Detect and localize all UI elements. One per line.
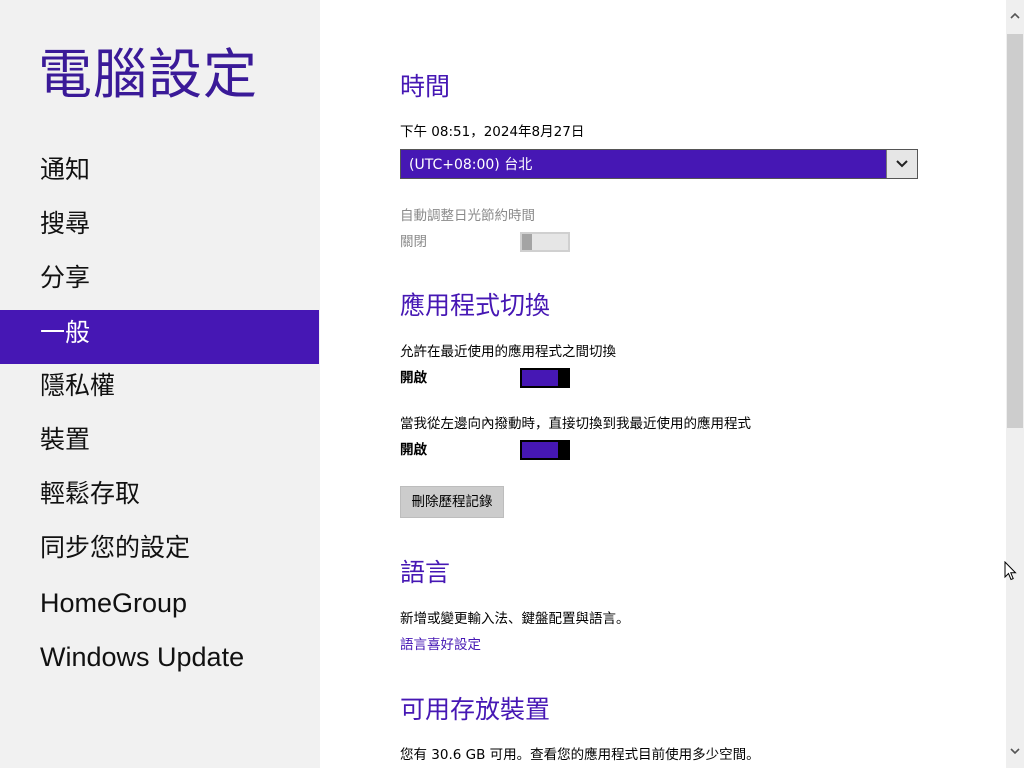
scroll-thumb[interactable] bbox=[1007, 34, 1023, 428]
nav-item-homegroup[interactable]: HomeGroup bbox=[0, 576, 319, 630]
nav-item-label: 通知 bbox=[40, 155, 91, 184]
nav-item-label: 輕鬆存取 bbox=[40, 479, 141, 508]
scroll-down-button[interactable] bbox=[1006, 734, 1024, 768]
time-section-title: 時間 bbox=[400, 72, 451, 101]
allow-switching-state: 開啟 bbox=[400, 370, 427, 386]
nav-item-label: HomeGroup bbox=[40, 588, 188, 618]
app-switching-section-title: 應用程式切換 bbox=[400, 291, 551, 320]
swipe-switch-toggle[interactable] bbox=[520, 440, 570, 460]
nav-item-notifications[interactable]: 通知 bbox=[0, 143, 319, 197]
timezone-dropdown[interactable]: (UTC+08:00) 台北 bbox=[400, 149, 918, 179]
mouse-pointer-icon bbox=[1004, 561, 1017, 581]
pc-settings-title: 電腦設定 bbox=[38, 43, 258, 106]
nav-item-label: Windows Update bbox=[40, 642, 245, 672]
nav-item-label: 裝置 bbox=[40, 425, 91, 454]
language-preferences-link[interactable]: 語言喜好設定 bbox=[400, 635, 481, 655]
nav-item-label: 一般 bbox=[40, 318, 91, 347]
nav-item-devices[interactable]: 裝置 bbox=[0, 413, 319, 467]
storage-section-title: 可用存放裝置 bbox=[400, 695, 551, 724]
storage-description: 您有 30.6 GB 可用。查看您的應用程式目前使用多少空間。 bbox=[400, 747, 760, 763]
timezone-value: (UTC+08:00) 台北 bbox=[409, 157, 533, 173]
language-section-title: 語言 bbox=[400, 558, 451, 587]
dst-toggle[interactable] bbox=[520, 232, 570, 252]
left-pane: 電腦設定 通知 搜尋 分享 一般 隱私權 裝置 輕鬆存取 同步您的設定 Home… bbox=[0, 0, 320, 768]
allow-switching-toggle[interactable] bbox=[520, 368, 570, 388]
language-description: 新增或變更輸入法、鍵盤配置與語言。 bbox=[400, 611, 630, 627]
toggle-thumb bbox=[522, 234, 532, 250]
toggle-thumb bbox=[558, 368, 570, 388]
vertical-scrollbar[interactable] bbox=[1006, 0, 1024, 768]
allow-switching-label: 允許在最近使用的應用程式之間切換 bbox=[400, 344, 616, 360]
chevron-down-icon bbox=[1010, 748, 1020, 755]
scroll-up-button[interactable] bbox=[1006, 0, 1024, 34]
nav-item-label: 搜尋 bbox=[40, 209, 91, 238]
dropdown-button[interactable] bbox=[886, 150, 917, 178]
dst-label: 自動調整日光節約時間 bbox=[400, 208, 535, 224]
nav-item-label: 隱私權 bbox=[40, 371, 116, 400]
swipe-switch-label: 當我從左邊向內撥動時，直接切換到我最近使用的應用程式 bbox=[400, 416, 751, 432]
current-datetime: 下午 08:51，2024年8月27日 bbox=[400, 124, 585, 140]
nav-item-search[interactable]: 搜尋 bbox=[0, 197, 319, 251]
swipe-switch-state: 開啟 bbox=[400, 442, 427, 458]
chevron-down-icon bbox=[896, 160, 908, 168]
toggle-thumb bbox=[558, 440, 570, 460]
settings-content: 時間 下午 08:51，2024年8月27日 (UTC+08:00) 台北 自動… bbox=[320, 0, 1006, 768]
nav-item-windows-update[interactable]: Windows Update bbox=[0, 630, 319, 684]
chevron-up-icon bbox=[1010, 12, 1020, 19]
nav-item-share[interactable]: 分享 bbox=[0, 251, 319, 305]
nav-item-general[interactable]: 一般 bbox=[0, 310, 319, 364]
nav-item-privacy[interactable]: 隱私權 bbox=[0, 359, 319, 413]
nav-item-label: 分享 bbox=[40, 263, 91, 292]
nav-item-sync-settings[interactable]: 同步您的設定 bbox=[0, 521, 319, 575]
nav-item-label: 同步您的設定 bbox=[40, 533, 191, 562]
nav-item-ease-of-access[interactable]: 輕鬆存取 bbox=[0, 467, 319, 521]
dst-state: 關閉 bbox=[400, 234, 427, 250]
clear-history-button[interactable]: 刪除歷程記錄 bbox=[400, 486, 504, 518]
